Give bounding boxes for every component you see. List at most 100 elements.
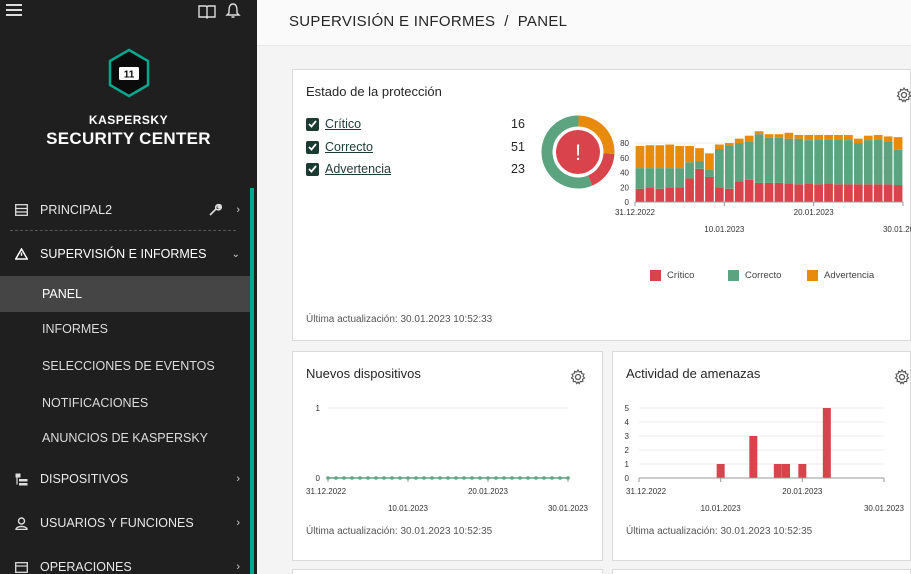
y-tick-label: 80 — [620, 139, 629, 148]
bar-crítico — [715, 187, 724, 202]
protection-history-chart: 0 20 40 60 80 31.12.2022 10.01.2023 20.01.2023 3… — [615, 131, 911, 234]
bar-correcto — [824, 139, 833, 184]
kaspersky-logo-icon: 11 — [108, 48, 149, 98]
x-tick-label: 30.01.2023 — [883, 225, 911, 234]
data-point — [422, 476, 426, 480]
legend-item-critical: Crítico — [650, 270, 694, 281]
bell-icon[interactable] — [225, 2, 241, 20]
settings-gear-icon[interactable] — [570, 369, 586, 385]
y-tick-label: 60 — [620, 154, 629, 163]
new-devices-chart: 0 1 31.12.2022 10.01.2023 20.01.2023 30.01.20… — [306, 404, 589, 513]
data-point — [534, 476, 538, 480]
checkbox-warning[interactable] — [306, 162, 319, 176]
data-point — [446, 476, 450, 480]
y-tick-label: 4 — [625, 418, 630, 427]
wrench-icon[interactable] — [208, 203, 222, 217]
data-point — [510, 476, 514, 480]
bar-advertencia — [655, 145, 665, 169]
bar-crítico — [774, 182, 784, 202]
checkbox-ok[interactable] — [306, 140, 319, 154]
nav-divider — [10, 230, 236, 231]
bar-correcto — [863, 140, 873, 185]
bar-advertencia — [645, 145, 655, 169]
sidebar-scrollbar[interactable] — [250, 188, 254, 574]
threat-bar — [782, 464, 790, 478]
data-point — [494, 476, 498, 480]
nav-item-usuarios[interactable]: USUARIOS Y FUNCIONES › — [0, 505, 250, 541]
protection-card-title: Estado de la protección — [306, 84, 442, 99]
x-tick-label: 30.01.2023 — [548, 504, 589, 513]
nav-item-supervision[interactable]: SUPERVISIÓN E INFORMES ⌄ — [0, 236, 250, 272]
data-point — [398, 476, 402, 480]
bar-crítico — [695, 168, 704, 202]
data-point — [334, 476, 338, 480]
bar-advertencia — [893, 137, 903, 150]
bar-advertencia — [724, 143, 734, 146]
page-title: SUPERVISIÓN E INFORMES / PANEL — [289, 13, 568, 30]
brand-product: SECURITY CENTER — [46, 129, 211, 148]
nav-item-dispositivos[interactable]: DISPOSITIVOS › — [0, 461, 250, 497]
data-point — [454, 476, 458, 480]
nav-item-operaciones[interactable]: OPERACIONES › — [0, 549, 250, 574]
bar-advertencia — [675, 146, 685, 169]
chevron-right-icon: › — [236, 473, 240, 485]
data-point — [550, 476, 554, 480]
x-tick-label: 20.01.2023 — [468, 487, 509, 496]
bar-correcto — [844, 140, 853, 185]
x-tick-label: 10.01.2023 — [701, 504, 742, 513]
bar-crítico — [883, 184, 893, 202]
book-icon[interactable] — [198, 3, 216, 19]
data-point — [462, 476, 466, 480]
sidebar-topbar — [0, 0, 257, 28]
checkbox-critical[interactable] — [306, 117, 319, 131]
bar-advertencia — [705, 153, 714, 170]
x-tick-label: 30.01.2023 — [864, 504, 905, 513]
hamburger-menu-icon[interactable] — [6, 4, 22, 18]
x-tick-label: 31.12.2022 — [306, 487, 347, 496]
y-tick-label: 2 — [625, 446, 630, 455]
bar-correcto — [853, 143, 863, 185]
brand-logo: 11 KASPERSKY SECURITY CENTER — [0, 48, 257, 149]
bar-advertencia — [794, 134, 804, 139]
threat-bar — [749, 436, 758, 478]
y-tick-label: 3 — [625, 432, 630, 441]
protection-donut-chart: ! — [541, 115, 615, 189]
sidebar-item-panel[interactable]: PANEL — [0, 276, 250, 312]
status-count-critical: 16 — [511, 117, 525, 131]
status-link-critical[interactable]: Crítico — [325, 117, 361, 131]
bar-correcto — [655, 168, 665, 189]
bar-advertencia — [754, 131, 764, 135]
bar-correcto — [784, 138, 794, 184]
legend-item-ok: Correcto — [728, 270, 781, 281]
brand-name: KASPERSKY — [88, 113, 169, 127]
bar-advertencia — [685, 146, 694, 163]
legend-swatch-critical — [650, 270, 661, 281]
bar-crítico — [705, 176, 714, 202]
svg-text:11: 11 — [123, 70, 134, 81]
sidebar-item-informes[interactable]: INFORMES — [0, 311, 250, 347]
y-tick-label: 0 — [316, 474, 321, 483]
settings-gear-icon[interactable] — [894, 369, 910, 385]
bar-crítico — [655, 188, 665, 202]
bar-correcto — [814, 139, 823, 185]
settings-gear-icon[interactable] — [896, 87, 911, 103]
dashboard-card-partial — [292, 569, 603, 574]
status-link-ok[interactable]: Correcto — [325, 140, 373, 154]
warning-triangle-icon — [14, 247, 28, 261]
protection-status-card: Estado de la protección Crítico 16 Corre… — [292, 69, 911, 341]
bar-advertencia — [804, 134, 814, 141]
data-point — [414, 476, 418, 480]
bar-advertencia — [883, 136, 893, 142]
chevron-right-icon: › — [236, 517, 240, 529]
bar-crítico — [844, 184, 853, 202]
threat-activity-title: Actividad de amenazas — [626, 366, 761, 381]
sidebar-item-anuncios[interactable]: ANUNCIOS DE KASPERSKY — [0, 420, 250, 456]
sidebar-item-notificaciones[interactable]: NOTIFICACIONES — [0, 385, 250, 421]
status-link-warning[interactable]: Advertencia — [325, 162, 391, 176]
bar-advertencia — [834, 134, 843, 140]
sidebar-item-selecciones[interactable]: SELECCIONES DE EVENTOS — [0, 348, 250, 384]
data-point — [438, 476, 442, 480]
nav-item-principal[interactable]: PRINCIPAL2 › — [0, 192, 250, 228]
main-content: SUPERVISIÓN E INFORMES / PANEL Estado de… — [257, 0, 911, 574]
y-tick-label: 5 — [625, 404, 630, 413]
